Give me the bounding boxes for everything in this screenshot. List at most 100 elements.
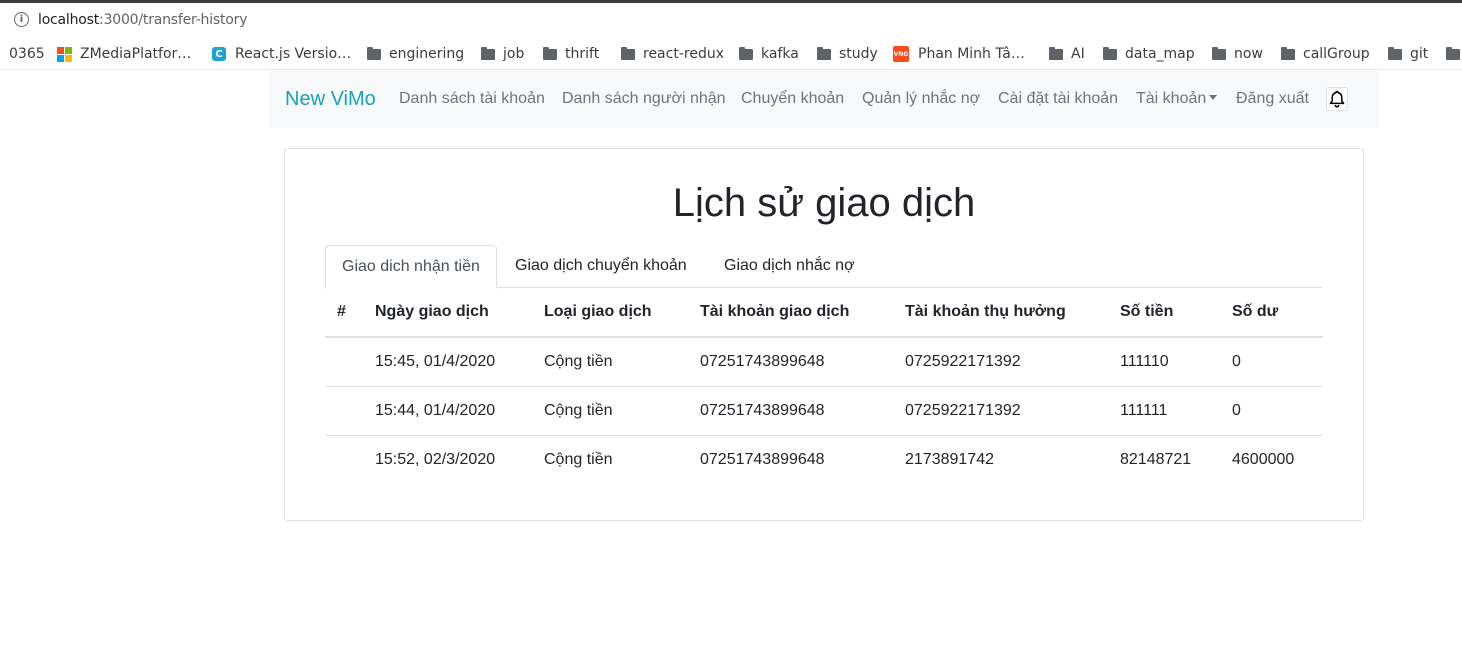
folder-icon bbox=[1446, 46, 1460, 60]
vng-logo-icon: VNG bbox=[893, 46, 909, 62]
microsoft-logo-icon bbox=[57, 47, 72, 62]
bookmark-folder-now[interactable]: now bbox=[1212, 44, 1263, 64]
folder-icon bbox=[621, 46, 635, 60]
cell-balance: 0 bbox=[1232, 402, 1241, 419]
bookmark-label: Phan Minh Tâ… bbox=[918, 46, 1025, 62]
table-header-row: # Ngày giao dịch Loại giao dịch Tài khoả… bbox=[325, 288, 1323, 338]
bookmark-folder-thrift[interactable]: thrift bbox=[543, 44, 599, 64]
cell-source-account: 07251743899648 bbox=[700, 402, 825, 419]
folder-icon bbox=[543, 46, 557, 60]
tab-debt-reminder[interactable]: Giao dịch nhắc nợ bbox=[708, 245, 871, 288]
transactions-table: # Ngày giao dịch Loại giao dịch Tài khoả… bbox=[325, 288, 1323, 485]
bookmark-label: AI bbox=[1071, 46, 1085, 62]
bookmark-folder-react-redux[interactable]: react-redux bbox=[621, 44, 724, 64]
tab-received[interactable]: Giao dich nhận tiền bbox=[325, 245, 497, 289]
cell-date: 15:45, 01/4/2020 bbox=[375, 353, 496, 370]
cell-balance: 0 bbox=[1232, 353, 1241, 370]
nav-recipient-list[interactable]: Danh sách người nhận bbox=[562, 90, 726, 108]
col-header-source-account: Tài khoản giao dịch bbox=[700, 303, 850, 320]
bookmark-label: job bbox=[503, 46, 525, 62]
bookmark-label: kafka bbox=[761, 46, 799, 62]
bookmark-label: study bbox=[839, 46, 878, 62]
cell-source-account: 07251743899648 bbox=[700, 353, 825, 370]
folder-icon bbox=[1281, 46, 1295, 60]
bookmark-label: data_map bbox=[1125, 46, 1195, 62]
bookmark-folder-job[interactable]: job bbox=[481, 44, 524, 64]
bookmark-label: thrift bbox=[565, 46, 600, 62]
bookmark-folder-overflow[interactable] bbox=[1446, 44, 1462, 64]
cell-amount: 82148721 bbox=[1120, 451, 1192, 468]
folder-icon bbox=[367, 46, 381, 60]
col-header-amount: Số tiền bbox=[1120, 303, 1174, 320]
bookmark-reactjs[interactable]: C React.js Versio… bbox=[212, 44, 351, 64]
nav-logout[interactable]: Đăng xuất bbox=[1236, 90, 1309, 108]
cell-amount: 111111 bbox=[1120, 402, 1168, 419]
bookmark-label: react-redux bbox=[643, 46, 724, 62]
bookmark-folder-kafka[interactable]: kafka bbox=[739, 44, 799, 64]
transaction-history-card: Lịch sử giao dịch Giao dich nhận tiền Gi… bbox=[284, 148, 1364, 521]
folder-icon bbox=[1049, 46, 1063, 60]
folder-icon bbox=[1212, 46, 1226, 60]
bookmark-label: now bbox=[1234, 46, 1263, 62]
bookmarks-bar: 0365 ZMediaPlatfor… C React.js Versio… en… bbox=[0, 37, 1462, 70]
bookmark-label: enginering bbox=[389, 46, 465, 62]
tab-transfer[interactable]: Giao dịch chuyển khoản bbox=[499, 245, 703, 288]
cell-date: 15:44, 01/4/2020 bbox=[375, 402, 496, 419]
navbar: New ViMo Danh sách tài khoản Danh sách n… bbox=[269, 71, 1379, 128]
folder-icon bbox=[481, 46, 495, 60]
nav-account-dropdown[interactable]: Tài khoản bbox=[1136, 90, 1218, 108]
cell-date: 15:52, 02/3/2020 bbox=[375, 451, 496, 468]
brand-link[interactable]: New ViMo bbox=[285, 88, 376, 111]
bookmark-label: callGroup bbox=[1303, 46, 1370, 62]
nav-account-label: Tài khoản bbox=[1136, 90, 1207, 107]
bookmark-folder-data-map[interactable]: data_map bbox=[1103, 44, 1195, 64]
bookmark-folder-enginering[interactable]: enginering bbox=[367, 44, 464, 64]
bookmark-folder-git[interactable]: git bbox=[1388, 44, 1428, 64]
bookmark-folder-callgroup[interactable]: callGroup bbox=[1281, 44, 1370, 64]
url-text[interactable]: localhost:3000/transfer-history bbox=[38, 12, 248, 28]
nav-debt-reminder[interactable]: Quản lý nhắc nợ bbox=[862, 90, 980, 108]
bookmark-label: git bbox=[1410, 46, 1429, 62]
cell-beneficiary-account: 0725922171392 bbox=[905, 402, 1021, 419]
nav-account-list[interactable]: Danh sách tài khoản bbox=[399, 90, 545, 108]
transaction-tabs: Giao dich nhận tiền Giao dịch chuyển kho… bbox=[325, 245, 1323, 289]
bookmark-label: ZMediaPlatfor… bbox=[80, 46, 192, 62]
table-row: 15:44, 01/4/2020 Cộng tiền 0725174389964… bbox=[325, 387, 1323, 436]
cell-type: Cộng tiền bbox=[544, 402, 613, 419]
cell-source-account: 07251743899648 bbox=[700, 451, 825, 468]
react-logo-icon: C bbox=[212, 47, 226, 61]
col-header-index: # bbox=[337, 303, 346, 320]
bookmark-zmediaplatform[interactable]: ZMediaPlatfor… bbox=[57, 44, 191, 64]
cell-beneficiary-account: 0725922171392 bbox=[905, 353, 1021, 370]
folder-icon bbox=[1103, 46, 1117, 60]
notification-button[interactable] bbox=[1326, 87, 1348, 111]
cell-beneficiary-account: 2173891742 bbox=[905, 451, 994, 468]
cell-amount: 111110 bbox=[1120, 353, 1169, 370]
col-header-beneficiary-account: Tài khoản thụ hưởng bbox=[905, 303, 1066, 320]
bookmark-label: React.js Versio… bbox=[235, 46, 352, 62]
folder-icon bbox=[1388, 46, 1402, 60]
bell-icon bbox=[1329, 90, 1345, 108]
bookmark-0365[interactable]: 0365 bbox=[9, 44, 45, 64]
table-row: 15:52, 02/3/2020 Cộng tiền 0725174389964… bbox=[325, 436, 1323, 485]
cell-balance: 4600000 bbox=[1232, 451, 1295, 468]
cell-type: Cộng tiền bbox=[544, 451, 613, 468]
col-header-date: Ngày giao dịch bbox=[375, 303, 489, 320]
table-row: 15:45, 01/4/2020 Cộng tiền 0725174389964… bbox=[325, 338, 1323, 387]
nav-account-settings[interactable]: Cài đặt tài khoản bbox=[998, 90, 1118, 108]
col-header-balance: Số dư bbox=[1232, 303, 1279, 320]
col-header-type: Loại giao dịch bbox=[544, 303, 652, 320]
bookmark-folder-ai[interactable]: AI bbox=[1049, 44, 1085, 64]
cell-type: Cộng tiền bbox=[544, 353, 613, 370]
folder-icon bbox=[817, 46, 831, 60]
url-host: localhost bbox=[38, 12, 100, 28]
page-title: Lịch sử giao dịch bbox=[672, 181, 976, 225]
site-info-icon[interactable]: i bbox=[14, 12, 29, 27]
bookmark-folder-study[interactable]: study bbox=[817, 44, 878, 64]
nav-transfer[interactable]: Chuyển khoản bbox=[741, 90, 844, 108]
caret-down-icon bbox=[1209, 95, 1218, 100]
bookmark-phan-minh-tam[interactable]: VNG Phan Minh Tâ… bbox=[893, 44, 1025, 64]
address-bar[interactable]: i localhost:3000/transfer-history bbox=[0, 3, 1462, 37]
bookmark-label: 0365 bbox=[9, 46, 45, 62]
folder-icon bbox=[739, 46, 753, 60]
